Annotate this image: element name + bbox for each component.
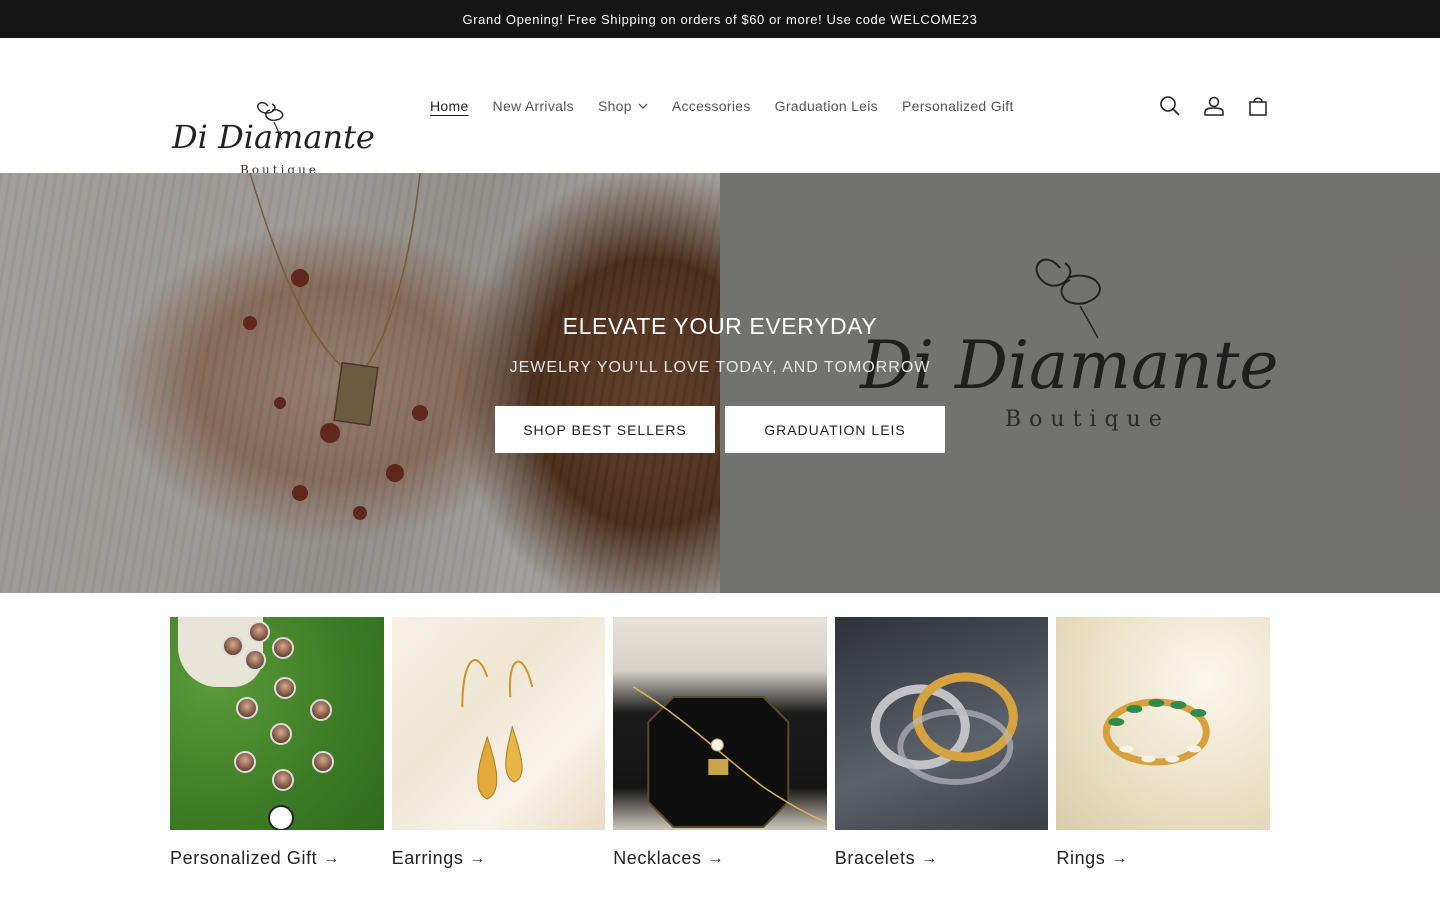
arrow-right-icon: → — [1111, 849, 1129, 867]
collection-card-personalized-gift[interactable]: Personalized Gift → — [170, 617, 384, 869]
nav-item-graduation-leis[interactable]: Graduation Leis — [763, 98, 890, 114]
collection-title-text: Earrings — [391, 848, 464, 868]
collection-title: Earrings → — [392, 848, 606, 869]
photo-button — [312, 751, 334, 773]
collection-card-bracelets[interactable]: Bracelets → — [834, 617, 1049, 869]
arrow-right-icon: → — [323, 849, 340, 867]
bracelets-illustration — [870, 672, 1018, 785]
collection-image — [834, 617, 1049, 830]
nav-item-personalized-gift[interactable]: Personalized Gift — [890, 98, 1026, 114]
site-header: Di Diamante Boutique Home New Arrivals S… — [0, 38, 1440, 177]
hero-buttons: SHOP BEST SELLERS GRADUATION LEIS — [495, 406, 945, 453]
hero-content: ELEVATE YOUR EVERYDAY JEWELRY YOU’LL LOV… — [0, 173, 1440, 593]
earrings-illustration — [460, 659, 533, 800]
nav-label: Home — [430, 97, 469, 114]
collection-image — [170, 617, 384, 830]
collection-title-text: Personalized Gift — [170, 848, 318, 868]
shop-best-sellers-button[interactable]: SHOP BEST SELLERS — [495, 406, 715, 453]
cart-button[interactable] — [1246, 94, 1270, 118]
graduation-leis-button[interactable]: GRADUATION LEIS — [725, 406, 945, 453]
collection-card-necklaces[interactable]: Necklaces → — [613, 617, 827, 869]
collection-title-text: Necklaces — [613, 848, 702, 868]
announcement-bar: Grand Opening! Free Shipping on orders o… — [0, 0, 1440, 38]
collection-title: Personalized Gift → — [170, 848, 384, 869]
collection-card-rings[interactable]: Rings → — [1056, 617, 1270, 869]
collection-list: Personalized Gift → Earrings → Necklaces… — [170, 617, 1270, 869]
photo-button — [244, 649, 266, 671]
arrow-right-icon: → — [707, 849, 725, 867]
arrow-right-icon: → — [469, 849, 487, 867]
collection-title-text: Bracelets — [834, 848, 916, 868]
collection-title: Necklaces → — [613, 848, 827, 869]
photo-button — [310, 699, 332, 721]
photo-button — [272, 769, 294, 791]
photo-button — [222, 635, 244, 657]
hero-subtitle: JEWELRY YOU’LL LOVE TODAY, AND TOMORROW — [509, 359, 931, 376]
photo-button — [248, 621, 270, 643]
collection-title: Rings → — [1056, 848, 1270, 869]
collection-image — [613, 617, 827, 830]
account-icon — [1204, 96, 1224, 116]
nav-label: Graduation Leis — [774, 97, 878, 114]
nav-label: Shop — [597, 97, 632, 114]
nav-item-shop[interactable]: Shop — [586, 98, 660, 114]
nav-label: New Arrivals — [492, 97, 574, 114]
nav-label: Personalized Gift — [901, 97, 1014, 114]
arrow-right-icon: → — [921, 849, 938, 867]
nav-item-new-arrivals[interactable]: New Arrivals — [481, 98, 586, 114]
main-nav: Home New Arrivals Shop Accessories Gradu… — [418, 38, 1026, 173]
nav-item-home[interactable]: Home — [418, 98, 481, 114]
photo-button — [272, 637, 294, 659]
collection-card-earrings[interactable]: Earrings → — [391, 617, 606, 869]
brand-logo[interactable]: Di Diamante Boutique — [170, 100, 388, 184]
logo-graphic: Di Diamante Boutique — [171, 102, 375, 177]
collection-image — [1056, 617, 1270, 830]
collection-title: Bracelets → — [835, 848, 1049, 869]
necklace-box-illustration — [633, 686, 827, 828]
photo-button — [270, 723, 292, 745]
hero-title: ELEVATE YOUR EVERYDAY — [562, 313, 878, 339]
logo-name: Di Diamante — [171, 118, 375, 156]
hero-banner: Di Diamante Boutique ELEVATE YOUR EVERYD… — [0, 173, 1440, 593]
account-button[interactable] — [1202, 94, 1226, 118]
search-icon — [1160, 95, 1180, 116]
rings-illustration — [1103, 698, 1211, 766]
collection-title-text: Rings — [1056, 848, 1106, 868]
announcement-text: Grand Opening! Free Shipping on orders o… — [462, 11, 978, 27]
nav-label: Accessories — [671, 97, 751, 114]
photo-button — [236, 697, 258, 719]
photo-button — [234, 751, 256, 773]
nav-item-accessories[interactable]: Accessories — [660, 98, 763, 114]
soccer-ball — [268, 805, 294, 830]
search-button[interactable] — [1158, 94, 1182, 118]
collection-image — [391, 617, 606, 830]
chevron-down-icon — [638, 103, 648, 109]
cart-icon — [1249, 97, 1267, 116]
photo-button — [274, 677, 296, 699]
header-icons — [1158, 38, 1270, 173]
